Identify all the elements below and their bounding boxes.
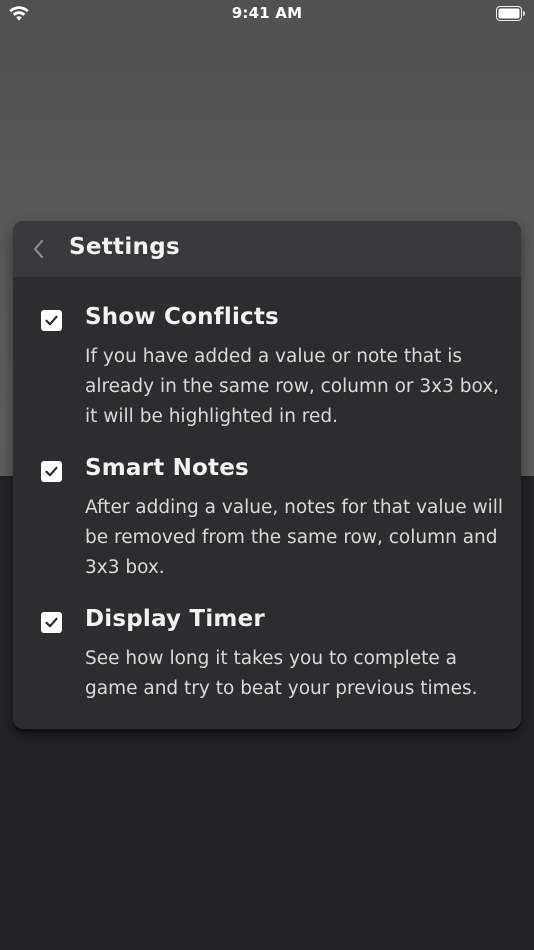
checkmark-icon — [45, 617, 58, 628]
display-timer-checkbox[interactable] — [41, 612, 62, 633]
status-time: 9:41 AM — [231, 4, 303, 22]
checkmark-icon — [45, 315, 58, 326]
setting-title: Show Conflicts — [85, 304, 279, 330]
settings-modal: Settings Show Conflicts If you have adde… — [13, 221, 521, 729]
battery-icon — [496, 6, 525, 21]
chevron-left-icon — [33, 239, 44, 259]
setting-description: If you have added a value or note that i… — [85, 346, 500, 427]
back-button[interactable] — [27, 235, 53, 263]
setting-description: See how long it takes you to complete a … — [85, 648, 478, 699]
modal-header: Settings — [13, 221, 521, 277]
smart-notes-checkbox[interactable] — [41, 461, 62, 482]
show-conflicts-checkbox[interactable] — [41, 310, 62, 331]
status-bar: 9:41 AM — [0, 0, 534, 28]
setting-title: Display Timer — [85, 606, 265, 632]
setting-description: After adding a value, notes for that val… — [85, 497, 504, 578]
modal-title: Settings — [69, 234, 180, 260]
setting-title: Smart Notes — [85, 455, 249, 481]
checkmark-icon — [45, 466, 58, 477]
